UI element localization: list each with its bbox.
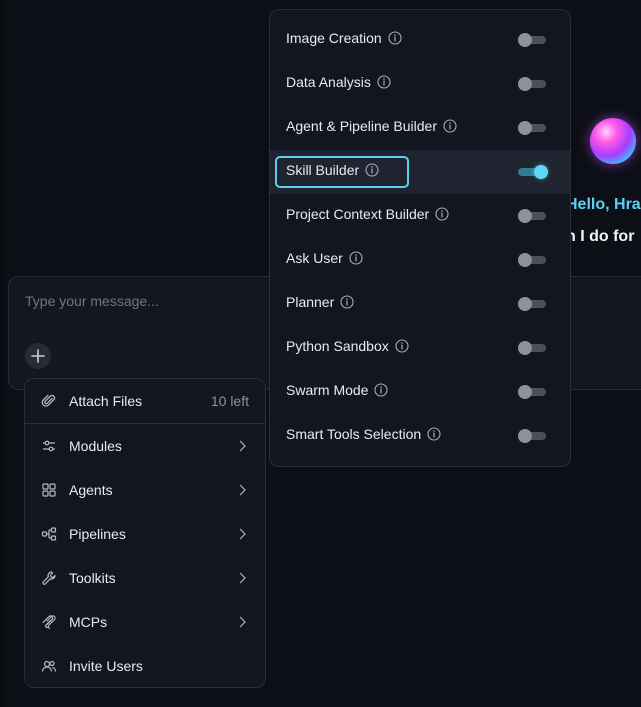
module-toggle[interactable] <box>518 297 548 311</box>
greeting-hello: Hello, Hra <box>566 196 641 213</box>
module-row[interactable]: Agent & Pipeline Builder <box>270 106 570 150</box>
menu-item-label: Modules <box>69 438 122 454</box>
module-toggle[interactable] <box>518 77 548 91</box>
toggle-knob <box>518 33 532 47</box>
module-row[interactable]: Planner <box>270 282 570 326</box>
module-label: Python Sandbox <box>286 338 409 354</box>
module-toggle[interactable] <box>518 165 548 179</box>
toggle-knob <box>518 77 532 91</box>
info-icon[interactable] <box>377 75 391 89</box>
menu-item-agents[interactable]: Agents <box>25 468 265 512</box>
module-row[interactable]: Python Sandbox <box>270 326 570 370</box>
module-label: Skill Builder <box>286 162 379 178</box>
menu-item-mcps[interactable]: MCPs <box>25 600 265 644</box>
plus-icon <box>31 349 45 363</box>
menu-item-label: Attach Files <box>69 393 143 409</box>
chevron-right-icon <box>237 439 247 453</box>
module-toggle[interactable] <box>518 385 548 399</box>
module-label-text: Agent & Pipeline Builder <box>286 118 437 134</box>
module-label: Project Context Builder <box>286 206 449 222</box>
module-label-text: Planner <box>286 294 335 310</box>
wrench-icon <box>41 570 57 586</box>
toggle-knob <box>518 297 532 311</box>
info-icon[interactable] <box>395 339 409 353</box>
module-row[interactable]: Project Context Builder <box>270 194 570 238</box>
module-label-text: Image Creation <box>286 30 382 46</box>
toggle-knob <box>534 165 548 179</box>
module-label: Image Creation <box>286 30 402 46</box>
module-label-text: Swarm Mode <box>286 382 369 398</box>
menu-item-pipelines[interactable]: Pipelines <box>25 512 265 556</box>
module-label-text: Skill Builder <box>286 162 360 178</box>
module-label: Data Analysis <box>286 74 391 90</box>
info-icon[interactable] <box>435 207 449 221</box>
chevron-right-icon <box>237 527 247 541</box>
module-row[interactable]: Skill Builder <box>270 150 570 194</box>
module-label-text: Smart Tools Selection <box>286 426 422 442</box>
users-icon <box>41 658 57 674</box>
mcp-icon <box>41 614 57 630</box>
greeting-subtitle: n I do for <box>566 228 635 245</box>
module-toggle[interactable] <box>518 33 548 47</box>
module-toggle[interactable] <box>518 341 548 355</box>
toggle-knob <box>518 429 532 443</box>
menu-item-label: MCPs <box>69 614 108 630</box>
module-label-text: Ask User <box>286 250 343 266</box>
module-label: Swarm Mode <box>286 382 389 398</box>
message-input[interactable]: Type your message... <box>25 293 159 309</box>
module-toggle[interactable] <box>518 121 548 135</box>
chevron-right-icon <box>237 483 247 497</box>
module-row[interactable]: Swarm Mode <box>270 370 570 414</box>
menu-item-toolkits[interactable]: Toolkits <box>25 556 265 600</box>
menu-item-label: Pipelines <box>69 526 126 542</box>
chevron-right-icon <box>237 615 247 629</box>
menu-item-modules[interactable]: Modules <box>25 424 265 468</box>
module-toggle[interactable] <box>518 209 548 223</box>
toggle-knob <box>518 385 532 399</box>
module-toggle[interactable] <box>518 253 548 267</box>
module-row[interactable]: Ask User <box>270 238 570 282</box>
toggle-knob <box>518 253 532 267</box>
info-icon[interactable] <box>365 163 379 177</box>
left-edge <box>0 0 2 707</box>
toggle-knob <box>518 341 532 355</box>
module-row[interactable]: Data Analysis <box>270 62 570 106</box>
add-button[interactable] <box>25 343 51 369</box>
sliders-icon <box>41 438 57 454</box>
add-menu: Attach Files 10 left Modules Agents Pipe… <box>24 378 266 688</box>
info-icon[interactable] <box>349 251 363 265</box>
module-label: Ask User <box>286 250 363 266</box>
info-icon[interactable] <box>427 427 441 441</box>
pipeline-icon <box>41 526 57 542</box>
module-label: Agent & Pipeline Builder <box>286 118 457 134</box>
toggle-knob <box>518 121 532 135</box>
grid-icon <box>41 482 57 498</box>
module-label: Planner <box>286 294 354 310</box>
modules-popup: Image Creation Data Analysis Agent & Pipel… <box>269 9 571 467</box>
module-toggle[interactable] <box>518 429 548 443</box>
paperclip-icon <box>41 393 57 409</box>
module-label-text: Python Sandbox <box>286 338 389 354</box>
info-icon[interactable] <box>340 295 354 309</box>
toggle-knob <box>518 209 532 223</box>
assistant-orb-icon <box>590 118 636 164</box>
menu-item-label: Toolkits <box>69 570 116 586</box>
menu-item-label: Invite Users <box>69 658 143 674</box>
module-row[interactable]: Image Creation <box>270 18 570 62</box>
info-icon[interactable] <box>443 119 457 133</box>
info-icon[interactable] <box>388 31 402 45</box>
menu-item-label: Agents <box>69 482 113 498</box>
app-page: Hello, Hra n I do for Type your message.… <box>0 0 641 707</box>
files-left-count: 10 left <box>210 393 249 409</box>
module-label-text: Data Analysis <box>286 74 371 90</box>
info-icon[interactable] <box>374 383 389 397</box>
module-label-text: Project Context Builder <box>286 206 430 222</box>
chevron-right-icon <box>237 571 247 585</box>
menu-item-invite-users[interactable]: Invite Users <box>25 644 265 688</box>
menu-item-attach-files[interactable]: Attach Files 10 left <box>25 379 265 423</box>
module-row[interactable]: Smart Tools Selection <box>270 414 570 458</box>
module-label: Smart Tools Selection <box>286 426 441 442</box>
